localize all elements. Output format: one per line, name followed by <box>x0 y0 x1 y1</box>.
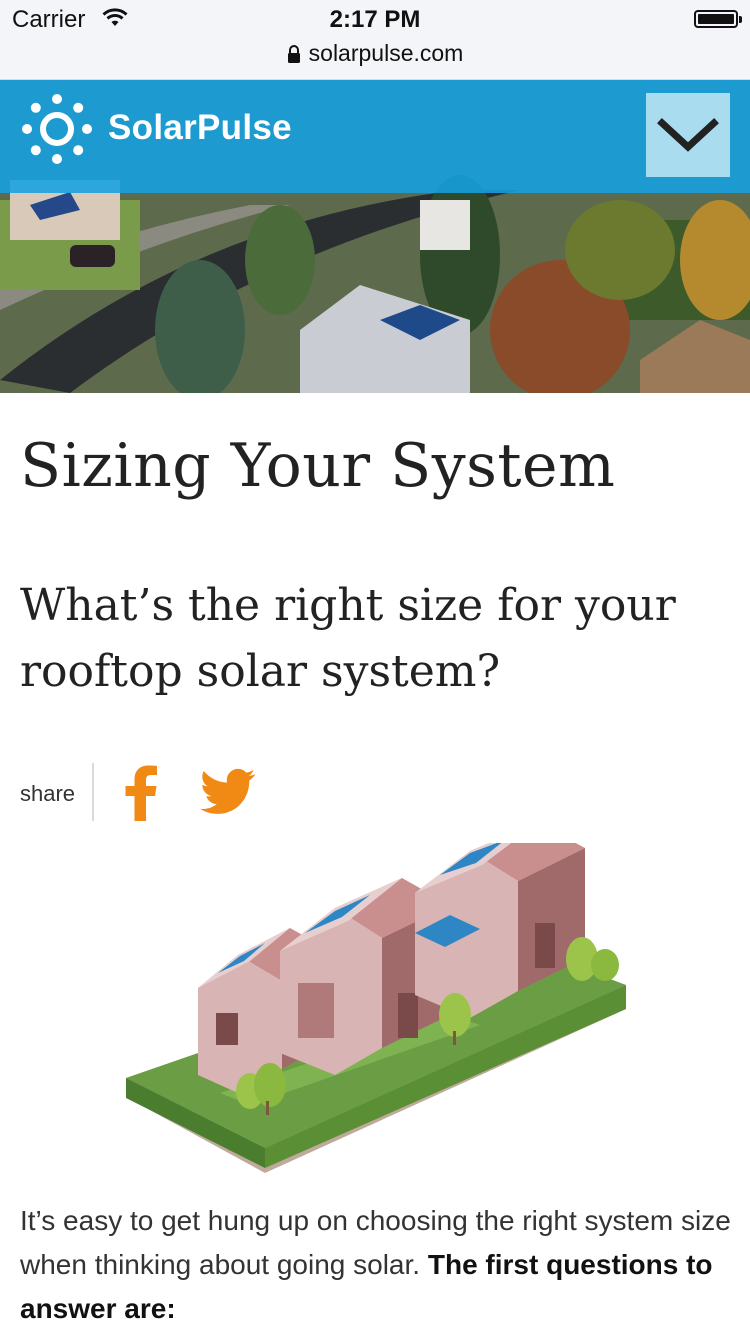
page-title: Sizing Your System <box>20 431 616 501</box>
brand-name[interactable]: SolarPulse <box>108 108 292 148</box>
solar-houses-illustration <box>126 843 626 1173</box>
twitter-icon[interactable] <box>200 767 256 817</box>
address-bar[interactable]: solarpulse.com <box>0 40 750 69</box>
browser-status-bar: Carrier 2:17 PM solarpulse.com <box>0 0 750 80</box>
url-text: solarpulse.com <box>308 40 464 66</box>
article-subtitle: What’s the right size for your rooftop s… <box>20 580 676 697</box>
site-header: SolarPulse <box>0 80 750 193</box>
article-body: It’s easy to get hung up on choosing the… <box>20 1199 736 1331</box>
battery-icon <box>694 10 742 28</box>
hero-image: SolarPulse <box>0 80 750 393</box>
share-divider <box>92 763 94 821</box>
lock-icon <box>287 42 301 69</box>
share-label: share <box>20 781 76 806</box>
sun-icon[interactable] <box>20 92 94 171</box>
facebook-icon[interactable] <box>124 765 158 821</box>
menu-toggle-button[interactable] <box>646 93 730 177</box>
share-bar: share <box>20 763 320 821</box>
clock-time: 2:17 PM <box>329 6 421 33</box>
chevron-down-icon <box>657 118 719 152</box>
